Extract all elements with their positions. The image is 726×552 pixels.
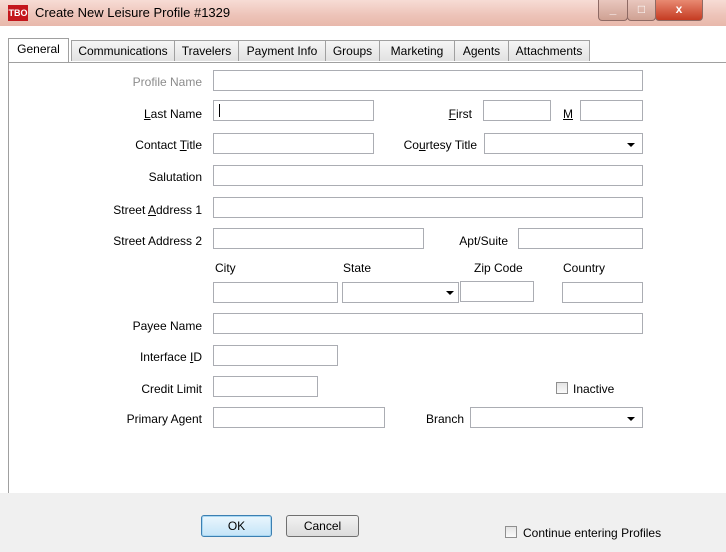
continue-entering-checkbox[interactable] <box>505 526 517 538</box>
middle-initial-field[interactable] <box>580 100 643 121</box>
app-icon: TBO <box>8 5 28 21</box>
continue-entering-label: Continue entering Profiles <box>523 526 662 540</box>
first-name-field[interactable] <box>483 100 551 121</box>
country-field[interactable] <box>562 282 643 303</box>
street-address-1-field[interactable] <box>213 197 643 218</box>
branch-select[interactable] <box>470 407 643 428</box>
courtesy-title-label: Courtesy Title <box>403 138 477 152</box>
interface-id-label: Interface ID <box>139 350 202 364</box>
general-panel <box>8 62 726 494</box>
window-title: Create New Leisure Profile #1329 <box>35 5 231 20</box>
tab-general[interactable]: General <box>8 38 69 62</box>
zip-code-label: Zip Code <box>474 261 523 275</box>
close-icon: x <box>675 2 683 16</box>
state-select[interactable] <box>342 282 459 303</box>
zip-code-field[interactable] <box>460 281 534 302</box>
salutation-field[interactable] <box>213 165 643 186</box>
ok-button[interactable]: OK <box>201 515 272 537</box>
last-name-field[interactable] <box>213 100 374 121</box>
tab-groups[interactable]: Groups <box>325 40 380 61</box>
city-field[interactable] <box>213 282 338 303</box>
contact-title-label: Contact Title <box>135 138 202 152</box>
tab-agents[interactable]: Agents <box>454 40 509 61</box>
chevron-down-icon[interactable] <box>627 417 635 421</box>
title-bar: TBO Create New Leisure Profile #1329 _ □… <box>0 0 726 26</box>
branch-label: Branch <box>425 412 464 426</box>
apt-suite-field[interactable] <box>518 228 643 249</box>
minimize-button[interactable]: _ <box>598 0 628 21</box>
chevron-down-icon[interactable] <box>446 291 454 295</box>
tab-travelers[interactable]: Travelers <box>174 40 239 61</box>
courtesy-title-select[interactable] <box>484 133 643 154</box>
state-label: State <box>343 261 372 275</box>
primary-agent-field[interactable] <box>213 407 385 428</box>
last-name-label: Last Name <box>143 107 202 121</box>
apt-suite-label: Apt/Suite <box>459 234 508 248</box>
cancel-button[interactable]: Cancel <box>286 515 359 537</box>
first-name-label: First <box>448 107 472 121</box>
payee-name-field[interactable] <box>213 313 643 334</box>
tab-communications[interactable]: Communications <box>71 40 175 61</box>
inactive-checkbox[interactable] <box>556 382 568 394</box>
profile-name-label: Profile Name <box>132 75 202 89</box>
profile-name-field[interactable] <box>213 70 643 91</box>
inactive-label: Inactive <box>573 382 615 396</box>
maximize-icon: □ <box>637 2 646 16</box>
payee-name-label: Payee Name <box>132 319 202 333</box>
close-button[interactable]: x <box>655 0 703 21</box>
city-label: City <box>215 261 236 275</box>
interface-id-field[interactable] <box>213 345 338 366</box>
primary-agent-label: Primary Agent <box>126 412 202 426</box>
contact-title-field[interactable] <box>213 133 374 154</box>
credit-limit-field[interactable] <box>213 376 318 397</box>
country-label: Country <box>563 261 606 275</box>
tab-marketing[interactable]: Marketing <box>379 40 455 61</box>
credit-limit-label: Credit Limit <box>141 382 202 396</box>
chevron-down-icon[interactable] <box>627 143 635 147</box>
dialog-footer: OK Cancel Continue entering Profiles <box>0 493 726 552</box>
tab-payment-info[interactable]: Payment Info <box>238 40 326 61</box>
maximize-button[interactable]: □ <box>627 0 656 21</box>
middle-initial-label: M <box>563 107 573 121</box>
minimize-icon: _ <box>609 2 617 16</box>
street-address-2-field[interactable] <box>213 228 424 249</box>
street-address-2-label: Street Address 2 <box>113 234 202 248</box>
tab-attachments[interactable]: Attachments <box>508 40 590 61</box>
salutation-label: Salutation <box>148 170 202 184</box>
street-address-1-label: Street Address 1 <box>113 203 202 217</box>
